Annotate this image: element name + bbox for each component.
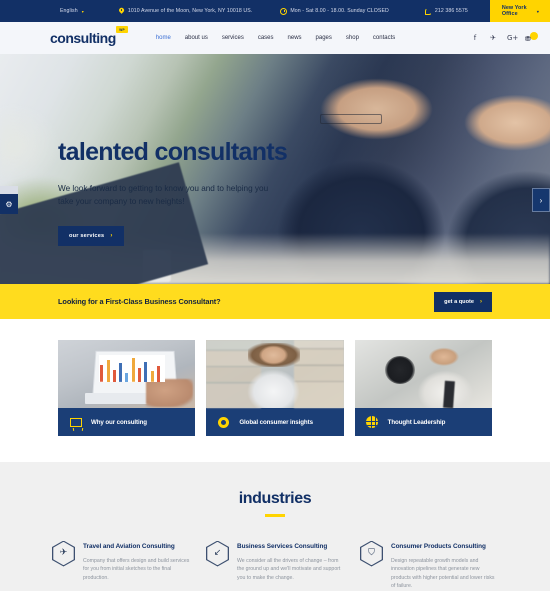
nav-item-services[interactable]: services — [222, 35, 244, 41]
feature-cards: Why our consulting Global consumer insig… — [0, 319, 550, 462]
industry-body: Travel and Aviation Consulting Company t… — [83, 541, 190, 591]
card-image-store-shopper — [206, 340, 344, 408]
nav-menu: home about us services cases news pages … — [156, 35, 396, 41]
chart-down-icon: ↙ — [206, 540, 229, 567]
cta-text: Looking for a First-Class Business Consu… — [58, 297, 221, 306]
globe-icon — [366, 416, 379, 429]
slider-next-button[interactable]: › — [532, 188, 550, 212]
shopping-cart-icon: ⛉ — [360, 540, 383, 567]
industry-title: Travel and Aviation Consulting — [83, 542, 175, 550]
cart-badge — [530, 31, 538, 40]
nav-item-home[interactable]: home — [156, 35, 171, 41]
google-plus-icon[interactable]: G+ — [507, 34, 518, 42]
industry-title: Business Services Consulting — [237, 542, 328, 550]
airplane-icon: ✈ — [52, 540, 75, 567]
logo-text: consulting — [50, 30, 116, 46]
industries-row: ✈ Travel and Aviation Consulting Company… — [52, 540, 498, 591]
office-selector[interactable]: New York Office ▾ — [489, 0, 550, 22]
card-label: Global consumer insights — [239, 418, 313, 426]
industry-item-business-services[interactable]: ↙ Business Services Consulting We consid… — [206, 540, 344, 591]
language-label: English — [60, 8, 78, 14]
chevron-down-icon: ▾ — [81, 8, 84, 14]
card-label-bar: Why our consulting — [58, 408, 196, 436]
nav-item-shop[interactable]: shop — [346, 35, 359, 41]
title-underline — [265, 514, 285, 517]
chevron-right-icon: › — [110, 233, 113, 240]
industries-title: industries — [238, 490, 312, 507]
our-services-label: our services — [69, 233, 105, 240]
card-image-man-at-desk — [354, 340, 492, 409]
hero-content: talented consultants We look forward to … — [58, 138, 288, 247]
hero-title: talented consultants — [58, 138, 288, 166]
chevron-right-icon: › — [539, 195, 543, 205]
feature-card-global-consumer-insights[interactable]: Global consumer insights — [206, 340, 344, 436]
our-services-button[interactable]: our services › — [58, 226, 124, 247]
shopping-cart-icon: ⛃ — [525, 34, 531, 43]
industry-description: Design repeatable growth models and inno… — [391, 557, 495, 590]
card-label: Thought Leadership — [387, 418, 446, 426]
address-info: 1010 Avenue of the Moon, New York, NY 10… — [118, 8, 252, 15]
settings-panel-top — [0, 186, 18, 194]
feature-card-thought-leadership[interactable]: Thought Leadership — [354, 340, 492, 436]
shopping-cart-glyph: ⛉ — [368, 548, 375, 558]
hand-shape — [145, 379, 193, 407]
industry-title: Consumer Products Consulting — [391, 542, 486, 550]
logo-badge: WP — [116, 26, 128, 33]
necktie-shape — [443, 380, 455, 409]
card-label: Why our consulting — [91, 418, 147, 426]
hero-slider: talented consultants We look forward to … — [0, 54, 550, 284]
phone-icon — [425, 8, 433, 15]
industry-item-consumer-products[interactable]: ⛉ Consumer Products Consulting Design re… — [360, 540, 498, 591]
clock-icon — [280, 7, 288, 15]
nav-item-pages[interactable]: pages — [316, 35, 332, 41]
nav-item-cases[interactable]: cases — [258, 35, 274, 41]
map-pin-icon — [118, 8, 125, 15]
cart-button[interactable]: ⛃ — [525, 31, 538, 44]
industry-description: Company that offers design and build ser… — [83, 557, 190, 581]
twitter-icon[interactable]: ✈ — [489, 34, 497, 42]
phone-info[interactable]: 212 386 5575 — [425, 8, 468, 15]
facebook-icon[interactable]: f — [471, 34, 479, 42]
airplane-glyph: ✈ — [59, 548, 68, 558]
hero-subtitle: We look forward to getting to know you a… — [58, 184, 269, 206]
industry-body: Business Services Consulting We consider… — [237, 541, 344, 591]
get-a-quote-button[interactable]: get a quote › — [434, 291, 492, 312]
chart-down-glyph: ↙ — [213, 548, 222, 558]
industry-item-travel-and-aviation[interactable]: ✈ Travel and Aviation Consulting Company… — [52, 540, 190, 591]
industry-description: We consider all the drivers of change – … — [237, 557, 341, 581]
get-a-quote-label: get a quote — [444, 298, 474, 305]
gear-icon: ⚙ — [5, 199, 13, 209]
card-image-laptop-chart — [58, 340, 196, 408]
nav-item-about-us[interactable]: about us — [185, 35, 208, 41]
office-label: New York Office — [501, 5, 527, 17]
hours-info: Mon - Sat 8.00 - 18.00. Sunday CLOSED — [280, 7, 389, 15]
social-links: f ✈ G+ ⛃ — [471, 31, 538, 44]
phone-number: 212 386 5575 — [434, 8, 468, 14]
presentation-board-icon — [69, 416, 82, 429]
address-text: 1010 Avenue of the Moon, New York, NY 10… — [127, 8, 253, 14]
chevron-right-icon: › — [480, 298, 482, 305]
hours-text: Mon - Sat 8.00 - 18.00. Sunday CLOSED — [290, 8, 389, 14]
industry-body: Consumer Products Consulting Design repe… — [391, 541, 498, 591]
nav-item-news[interactable]: news — [288, 35, 302, 41]
chevron-down-icon: ▾ — [536, 8, 539, 14]
logo[interactable]: consulting WP — [50, 26, 128, 46]
person-shape — [242, 345, 306, 408]
language-selector[interactable]: English ▾ — [60, 8, 84, 14]
main-navigation: consulting WP home about us services cas… — [0, 22, 550, 54]
card-label-bar: Global consumer insights — [206, 408, 344, 436]
cta-banner: Looking for a First-Class Business Consu… — [0, 284, 550, 319]
feature-card-why-our-consulting[interactable]: Why our consulting — [58, 340, 196, 436]
circle-ring-icon — [217, 416, 230, 429]
card-label-bar: Thought Leadership — [354, 408, 492, 436]
page-root: English ▾ 1010 Avenue of the Moon, New Y… — [0, 0, 550, 606]
industries-section: industries ✈ Travel and Aviation Consult… — [0, 462, 550, 591]
settings-gear-button[interactable]: ⚙ — [0, 194, 18, 214]
nav-item-contacts[interactable]: contacts — [373, 35, 395, 41]
top-bar: English ▾ 1010 Avenue of the Moon, New Y… — [0, 0, 550, 22]
